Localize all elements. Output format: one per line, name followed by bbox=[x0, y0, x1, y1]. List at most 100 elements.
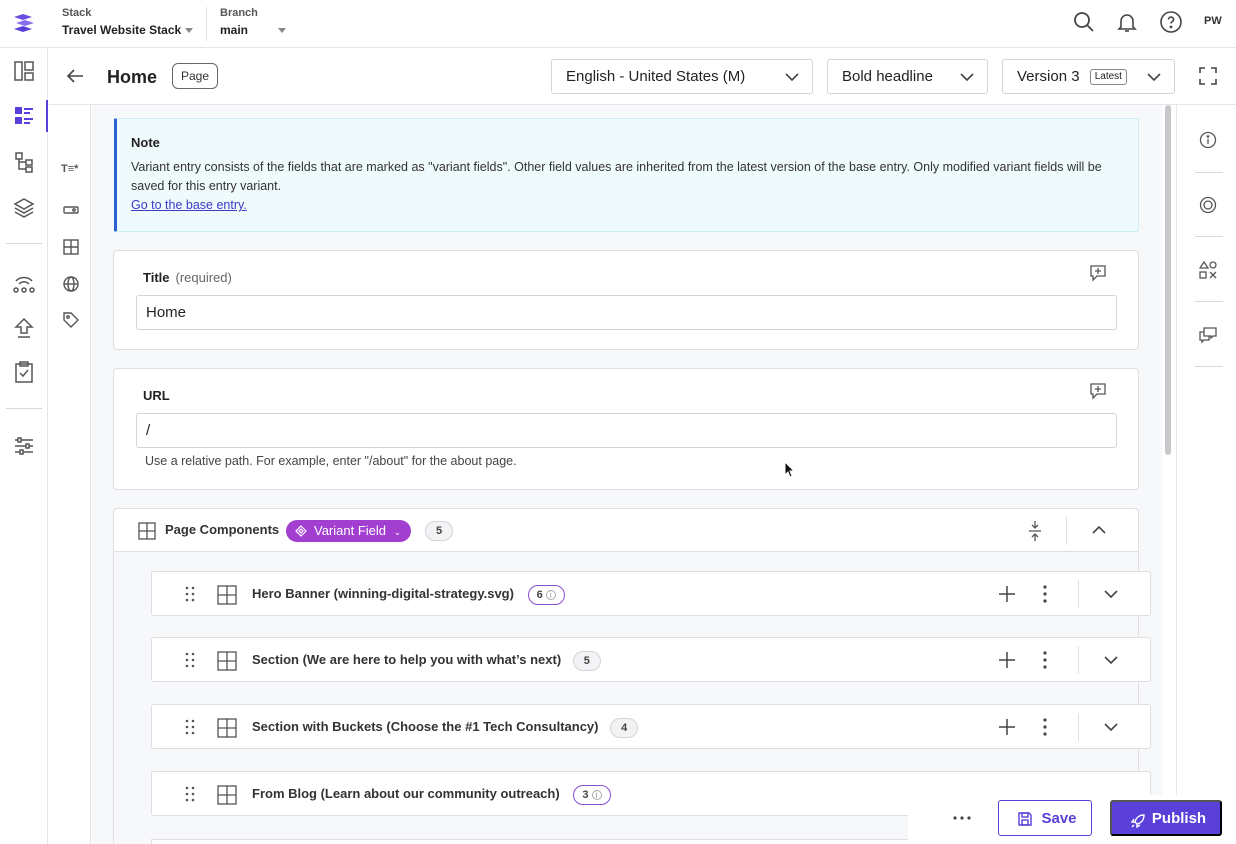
more-vertical-icon[interactable] bbox=[1043, 585, 1047, 603]
branch-selector[interactable]: Branch main bbox=[220, 7, 290, 37]
field-tools-rail: T≡* bbox=[49, 105, 91, 844]
help-icon[interactable] bbox=[1159, 10, 1183, 34]
info-icon: i bbox=[545, 590, 556, 600]
chevron-down-icon: ⌄ bbox=[393, 527, 402, 537]
entries-icon[interactable] bbox=[12, 104, 36, 128]
fullscreen-icon[interactable] bbox=[1198, 66, 1218, 86]
url-field-card: URL / Use a relative path. For example, … bbox=[113, 368, 1139, 490]
component-title: Hero Banner (winning-digital-strategy.sv… bbox=[252, 585, 565, 605]
target-icon[interactable] bbox=[1199, 196, 1217, 214]
more-vertical-icon[interactable] bbox=[1043, 718, 1047, 736]
branch-label: Branch bbox=[220, 7, 258, 19]
modular-blocks-icon bbox=[137, 521, 157, 541]
content-models-icon[interactable] bbox=[12, 150, 36, 174]
link-field-icon[interactable] bbox=[62, 201, 80, 219]
text-field-icon[interactable]: T≡* bbox=[61, 163, 78, 181]
add-icon[interactable] bbox=[998, 651, 1016, 669]
back-arrow-icon[interactable] bbox=[65, 66, 85, 86]
info-icon: i bbox=[591, 790, 602, 800]
block-grid-icon bbox=[217, 651, 237, 671]
url-input[interactable]: / bbox=[136, 413, 1117, 448]
active-indicator bbox=[46, 100, 48, 132]
settings-sliders-icon[interactable] bbox=[12, 434, 36, 458]
comments-icon[interactable] bbox=[1199, 326, 1217, 344]
right-sidebar bbox=[1176, 105, 1236, 844]
more-horizontal-icon[interactable] bbox=[952, 809, 972, 827]
dashboard-icon[interactable] bbox=[12, 59, 36, 83]
chevron-down-icon[interactable] bbox=[1103, 654, 1119, 666]
drag-handle-icon[interactable] bbox=[185, 652, 195, 668]
left-navigation bbox=[0, 48, 48, 844]
required-hint: (required) bbox=[175, 270, 232, 285]
deploy-upload-icon[interactable] bbox=[12, 316, 36, 340]
caret-down-icon bbox=[278, 28, 287, 34]
divider bbox=[1195, 301, 1223, 302]
note-heading: Note bbox=[131, 135, 160, 150]
globe-icon[interactable] bbox=[62, 275, 80, 293]
variant-dropdown[interactable]: Bold headline bbox=[827, 59, 988, 94]
branch-name: main bbox=[220, 23, 249, 37]
component-count-badge: 3 i bbox=[573, 785, 611, 805]
component-block[interactable]: Hero Banner (winning-digital-strategy.sv… bbox=[151, 571, 1151, 616]
notification-bell-icon[interactable] bbox=[1115, 10, 1139, 34]
base-entry-link[interactable]: Go to the base entry. bbox=[131, 198, 247, 212]
version-label: Version 3 bbox=[1017, 68, 1080, 85]
drag-handle-icon[interactable] bbox=[185, 586, 195, 602]
save-disk-icon bbox=[1018, 812, 1032, 826]
locale-dropdown[interactable]: English - United States (M) bbox=[551, 59, 813, 94]
stack-selector[interactable]: Stack Travel Website Stack bbox=[62, 7, 194, 37]
variant-note: Note Variant entry consists of the field… bbox=[114, 118, 1139, 232]
url-label: URL bbox=[143, 388, 170, 403]
contentstack-logo-icon[interactable] bbox=[11, 11, 37, 35]
components-count: 5 bbox=[425, 521, 453, 541]
rocket-icon bbox=[1130, 814, 1145, 829]
search-icon[interactable] bbox=[1072, 10, 1096, 34]
divider bbox=[1078, 580, 1079, 608]
top-bar: Stack Travel Website Stack Branch main P… bbox=[0, 0, 1236, 48]
assets-layers-icon[interactable] bbox=[12, 196, 36, 220]
chevron-up-icon[interactable] bbox=[1091, 524, 1107, 536]
publish-button[interactable]: Publish bbox=[1110, 800, 1222, 836]
info-icon[interactable] bbox=[1199, 131, 1217, 149]
add-icon[interactable] bbox=[998, 718, 1016, 736]
component-count-badge: 5 bbox=[572, 651, 601, 671]
nav-divider bbox=[6, 243, 42, 244]
variant-field-label: Variant Field bbox=[314, 523, 387, 538]
variant-field-badge[interactable]: Variant Field ⌄ bbox=[286, 520, 412, 542]
page-title: Home bbox=[107, 67, 158, 87]
block-grid-icon bbox=[217, 718, 237, 738]
save-button[interactable]: Save bbox=[998, 800, 1092, 836]
chevron-down-icon[interactable] bbox=[1103, 721, 1119, 733]
tag-icon[interactable] bbox=[62, 311, 80, 329]
tasks-clipboard-icon[interactable] bbox=[12, 360, 36, 384]
divider bbox=[1078, 713, 1079, 741]
drag-handle-icon[interactable] bbox=[185, 719, 195, 735]
url-help-text: Use a relative path. For example, enter … bbox=[145, 454, 517, 468]
title-field-card: Title (required) Home bbox=[113, 250, 1139, 350]
modular-blocks-icon[interactable] bbox=[62, 238, 80, 256]
divider bbox=[1195, 366, 1223, 367]
personalize-signal-icon[interactable] bbox=[12, 271, 36, 295]
title-input[interactable]: Home bbox=[136, 295, 1117, 330]
expand-collapse-all-icon[interactable] bbox=[1027, 520, 1043, 542]
add-icon[interactable] bbox=[998, 585, 1016, 603]
shapes-icon[interactable] bbox=[1199, 261, 1217, 279]
component-block[interactable]: Section (We are here to help you with wh… bbox=[151, 637, 1151, 682]
more-vertical-icon[interactable] bbox=[1043, 651, 1047, 669]
component-block[interactable]: Section with Buckets (Choose the #1 Tech… bbox=[151, 704, 1151, 749]
publish-label: Publish bbox=[1151, 809, 1207, 827]
main-scrollbar-thumb[interactable] bbox=[1165, 105, 1171, 455]
variant-diamond-icon bbox=[295, 525, 307, 537]
divider bbox=[1195, 236, 1223, 237]
title-label: Title bbox=[143, 270, 170, 285]
user-avatar[interactable]: PW bbox=[1204, 15, 1222, 27]
content-type-badge: Page bbox=[172, 63, 219, 89]
add-comment-icon[interactable] bbox=[1089, 382, 1107, 400]
version-dropdown[interactable]: Version 3 Latest bbox=[1002, 59, 1175, 94]
block-grid-icon bbox=[217, 785, 237, 805]
block-grid-icon bbox=[217, 585, 237, 605]
add-comment-icon[interactable] bbox=[1089, 264, 1107, 282]
chevron-down-icon[interactable] bbox=[1103, 588, 1119, 600]
caret-down-icon bbox=[185, 28, 194, 34]
drag-handle-icon[interactable] bbox=[185, 786, 195, 802]
